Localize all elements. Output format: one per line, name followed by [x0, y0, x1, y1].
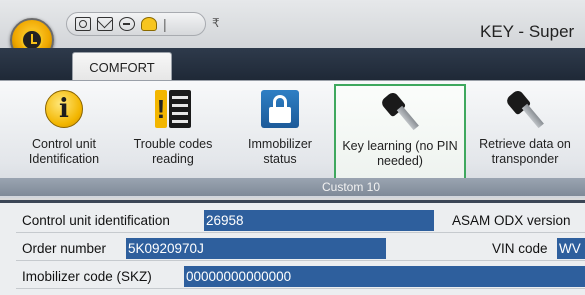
immobilizer-status-button[interactable]: Immobilizer status	[232, 84, 328, 180]
button-label: Key learning (no PIN needed)	[342, 139, 458, 168]
camera-icon[interactable]	[75, 17, 91, 31]
retrieve-transponder-data-button[interactable]: Retrieve data on transponder	[470, 84, 580, 180]
trouble-codes-reading-button[interactable]: ! Trouble codes reading	[126, 84, 220, 180]
field-label: Imobilizer code (SKZ)	[22, 269, 152, 284]
quick-access-dropdown-icon[interactable]: ₹	[212, 16, 220, 30]
immobilizer-code-row: Imobilizer code (SKZ) 00000000000000	[16, 265, 585, 289]
tab-comfort[interactable]: COMFORT	[72, 52, 172, 81]
key-icon	[379, 90, 420, 134]
group-label-text: Custom 10	[322, 180, 381, 194]
order-number-field[interactable]: 5K0920970J	[126, 238, 386, 259]
field-label: Order number	[22, 241, 107, 256]
lightbulb-icon[interactable]	[141, 17, 157, 31]
button-label: Immobilizer status	[248, 137, 312, 166]
padlock-icon	[261, 90, 299, 128]
button-label: Control unit Identification	[28, 137, 100, 166]
vin-code-field[interactable]: WV	[557, 238, 585, 259]
ribbon-panel: i Control unit Identification ! Trouble …	[0, 80, 585, 198]
control-unit-identification-row: Control unit identification 26958 ASAM O…	[16, 209, 585, 233]
mail-icon[interactable]	[97, 17, 113, 31]
info-fields-panel: Control unit identification 26958 ASAM O…	[0, 200, 585, 295]
minus-circle-icon[interactable]	[119, 17, 135, 31]
trouble-codes-icon: !	[155, 90, 191, 128]
button-label: Trouble codes reading	[133, 137, 213, 166]
vin-code-label: VIN code	[492, 241, 548, 256]
control-unit-identification-field[interactable]: 26958	[204, 210, 434, 231]
asam-odx-label: ASAM ODX version	[452, 213, 571, 228]
window-title: KEY - Super	[480, 22, 575, 41]
info-icon: i	[45, 90, 83, 128]
immobilizer-code-field[interactable]: 00000000000000	[184, 266, 585, 287]
field-label: Control unit identification	[22, 213, 170, 228]
button-label: Retrieve data on transponder	[479, 137, 571, 166]
key-learning-button[interactable]: Key learning (no PIN needed)	[334, 84, 466, 180]
toolbar-separator: |	[163, 16, 167, 32]
quick-access-toolbar: |	[66, 12, 206, 36]
control-unit-identification-button[interactable]: i Control unit Identification	[8, 84, 120, 180]
key-icon	[504, 88, 545, 132]
order-number-row: Order number 5K0920970J VIN code WV	[16, 237, 585, 261]
ribbon-group-label: Custom 10	[0, 178, 585, 196]
